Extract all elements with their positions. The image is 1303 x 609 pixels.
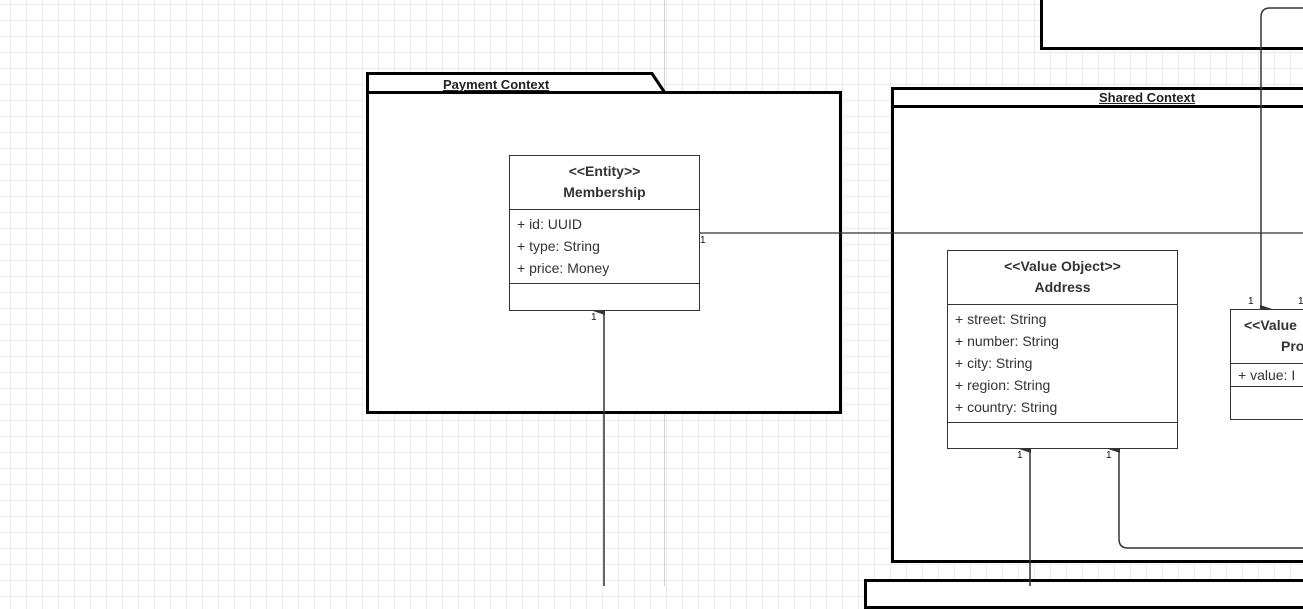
partial-value-object-class[interactable]: <<Value Pro + value: I <box>1230 309 1303 420</box>
address-attributes: + street: String + number: String + city… <box>948 305 1177 423</box>
membership-stereotype: <<Entity>> <box>568 163 641 179</box>
attribute: + city: String <box>955 355 1033 371</box>
diagram-canvas[interactable]: Payment Context Shared Context <<Entity>… <box>0 0 1303 609</box>
attribute: + country: String <box>955 399 1058 415</box>
attribute: + street: String <box>955 311 1047 327</box>
attribute: + region: String <box>955 377 1051 393</box>
membership-class-header: <<Entity>> Membership <box>510 156 699 210</box>
attribute: + value: I <box>1238 367 1296 383</box>
multiplicity-label: 1 <box>591 312 597 323</box>
multiplicity-label: 1 <box>1248 296 1254 307</box>
membership-name: Membership <box>563 184 646 200</box>
value-object-incoming-connector <box>1260 7 1303 313</box>
multiplicity-label: 1 <box>1017 450 1023 461</box>
address-stereotype: <<Value Object>> <box>1004 258 1121 274</box>
attribute: + id: UUID <box>517 216 582 232</box>
multiplicity-label: 1 <box>1298 296 1303 307</box>
address-name: Address <box>1034 279 1091 295</box>
partial-class-header: <<Value Pro <box>1231 310 1303 364</box>
partial-class-stereotype: <<Value <box>1244 317 1297 333</box>
attribute: + number: String <box>955 333 1059 349</box>
attribute: + price: Money <box>517 260 610 276</box>
membership-class[interactable]: <<Entity>> Membership + id: UUID + type:… <box>509 155 700 311</box>
attribute: + type: String <box>517 238 600 254</box>
partial-class-name: Pro <box>1281 338 1303 354</box>
address-class-header: <<Value Object>> Address <box>948 251 1177 305</box>
address-incoming-connector-right <box>1108 445 1303 549</box>
address-class[interactable]: <<Value Object>> Address + street: Strin… <box>947 250 1178 449</box>
membership-attributes: + id: UUID + type: String + price: Money <box>510 210 699 284</box>
multiplicity-label: 1 <box>700 235 706 246</box>
partial-class-attributes: + value: I <box>1231 364 1303 387</box>
multiplicity-label: 1 <box>1106 450 1112 461</box>
